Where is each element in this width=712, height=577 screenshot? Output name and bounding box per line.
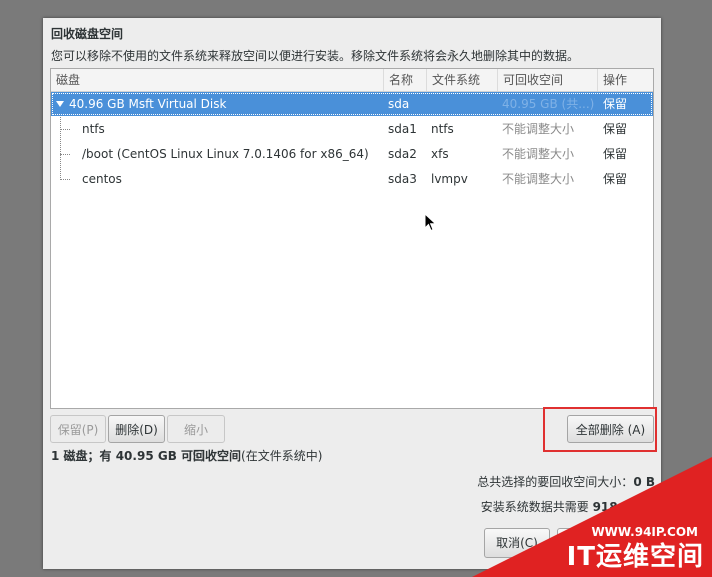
column-header-disk[interactable]: 磁盘 [51,69,383,91]
watermark-logo: IT运维空间 [566,542,704,572]
delete-button[interactable]: 删除(D) [108,415,165,443]
row-disk-label: 40.96 GB Msft Virtual Disk [69,97,227,111]
column-header-name[interactable]: 名称 [383,69,426,91]
table-row[interactable]: ntfs sda1 ntfs 不能调整大小 保留 [51,117,653,141]
row-name: sda [388,97,410,111]
row-filesystem: ntfs [431,122,454,136]
column-header-action[interactable]: 操作 [597,69,653,91]
summary-suffix: (在文件系统中) [241,449,323,463]
row-name: sda1 [388,122,417,136]
row-name: sda3 [388,172,417,186]
table-row[interactable]: centos sda3 lvmpv 不能调整大小 保留 [51,167,653,191]
mouse-cursor-icon [424,213,437,232]
row-reclaimable: 不能调整大小 [502,147,575,161]
column-header-filesystem[interactable]: 文件系统 [426,69,497,91]
dialog-description: 您可以移除不使用的文件系统来释放空间以便进行安装。移除文件系统将会永久地删除其中… [51,49,580,63]
row-action[interactable]: 保留 [603,142,627,166]
row-disk-label: centos [82,172,122,186]
shrink-button[interactable]: 缩小 (S) [167,415,225,463]
table-row[interactable]: /boot (CentOS Linux Linux 7.0.1406 for x… [51,142,653,166]
row-filesystem: lvmpv [431,172,468,186]
row-filesystem: xfs [431,147,449,161]
row-action[interactable]: 保留 [603,167,627,191]
summary-bold: 1 磁盘；有 40.95 GB 可回收空间 [51,449,242,463]
row-disk-label: /boot (CentOS Linux Linux 7.0.1406 for x… [82,147,369,161]
annotation-highlight-box [543,407,657,452]
disk-tree-view[interactable]: 磁盘 名称 文件系统 可回收空间 操作 40.96 GB Msft Virtua… [50,68,654,409]
table-row-disk[interactable]: 40.96 GB Msft Virtual Disk sda 40.95 GB … [51,92,653,116]
column-header-reclaimable[interactable]: 可回收空间 [497,69,597,91]
row-action[interactable]: 保留 [603,92,627,116]
reclaim-summary: 1 磁盘；有 40.95 GB 可回收空间(在文件系统中) [51,447,322,464]
preserve-button[interactable]: 保留(P) [50,415,106,443]
row-action[interactable]: 保留 [603,117,627,141]
tree-header: 磁盘 名称 文件系统 可回收空间 操作 [51,69,653,92]
row-name: sda2 [388,147,417,161]
expander-arrow-icon[interactable] [56,101,64,107]
row-reclaimable: 不能调整大小 [502,172,575,186]
row-reclaimable: 40.95 GB (共...) [502,97,595,111]
dialog-title: 回收磁盘空间 [51,27,124,41]
row-reclaimable: 不能调整大小 [502,122,575,136]
row-disk-label: ntfs [82,122,105,136]
